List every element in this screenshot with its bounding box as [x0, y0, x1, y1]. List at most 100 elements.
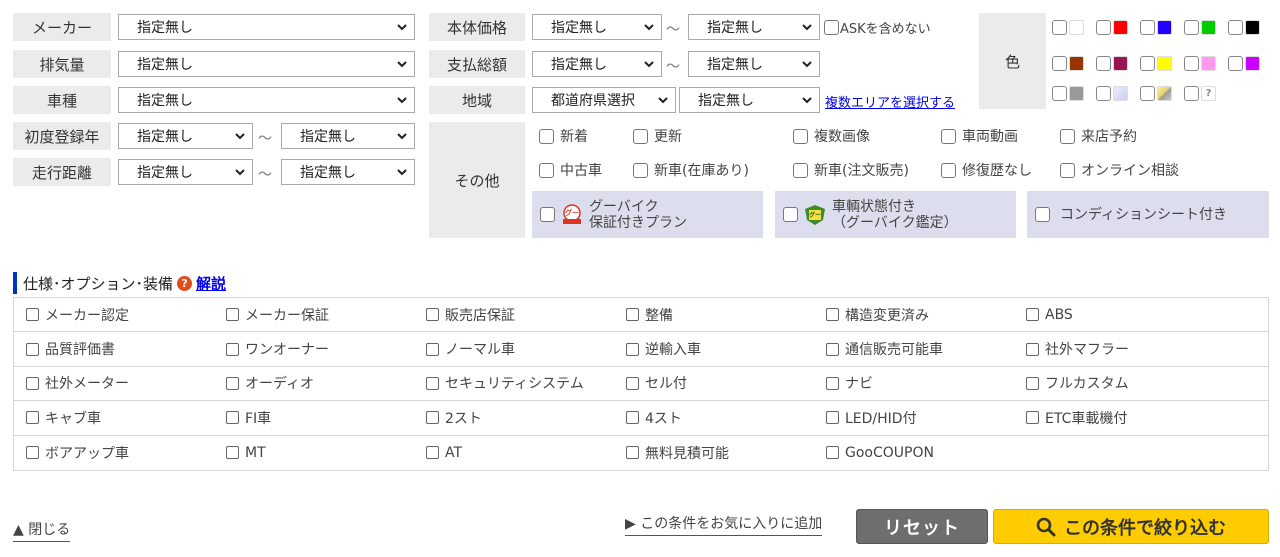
spec-option[interactable]: 社外メーター — [14, 373, 214, 393]
other-option[interactable]: 新着 — [539, 126, 588, 146]
checkbox[interactable] — [26, 411, 39, 425]
checkbox[interactable] — [1228, 20, 1243, 35]
checkbox[interactable] — [226, 376, 239, 390]
checkbox[interactable] — [26, 308, 39, 322]
spec-option[interactable]: MT — [214, 445, 414, 461]
checkbox[interactable] — [633, 162, 648, 178]
color-option-gray[interactable] — [1052, 86, 1084, 101]
other-option[interactable]: 更新 — [633, 126, 682, 146]
spec-option[interactable]: メーカー保証 — [214, 305, 414, 325]
other-option[interactable]: 車両動画 — [941, 126, 1018, 146]
color-option-gold[interactable] — [1140, 86, 1172, 101]
checkbox[interactable] — [783, 207, 798, 222]
spec-option[interactable]: フルカスタム — [1014, 373, 1214, 393]
spec-option[interactable]: メーカー認定 — [14, 305, 214, 325]
spec-option[interactable]: オーディオ — [214, 373, 414, 393]
checkbox[interactable] — [1184, 20, 1199, 35]
spec-option[interactable]: ABS — [1014, 307, 1214, 323]
checkbox[interactable] — [1060, 162, 1075, 178]
checkbox[interactable] — [1052, 20, 1067, 35]
mileage-to-select[interactable]: 指定無し — [281, 159, 415, 185]
other-option[interactable]: 新車(注文販売) — [793, 160, 909, 180]
checkbox[interactable] — [1052, 86, 1067, 101]
checkbox[interactable] — [824, 20, 839, 35]
spec-option[interactable]: 構造変更済み — [814, 305, 1014, 325]
spec-option[interactable]: LED/HID付 — [814, 408, 1014, 428]
color-option-silver[interactable] — [1096, 86, 1128, 101]
checkbox[interactable] — [1026, 376, 1039, 390]
goo-warranty-plan-option[interactable]: グー グーバイク 保証付きプラン — [532, 191, 763, 238]
condition-sheet-option[interactable]: コンディションシート付き — [1027, 191, 1269, 238]
close-link[interactable]: ▲ 閉じる — [13, 519, 71, 542]
vehicle-condition-option[interactable]: グー 車輌状態付き （グーバイク鑑定） — [775, 191, 1016, 238]
checkbox[interactable] — [1026, 308, 1039, 322]
color-option-white[interactable] — [1052, 20, 1084, 35]
checkbox[interactable] — [1184, 86, 1199, 101]
checkbox[interactable] — [626, 342, 639, 356]
checkbox[interactable] — [539, 162, 554, 178]
spec-option[interactable]: ノーマル車 — [414, 339, 614, 359]
explanation-link[interactable]: 解説 — [196, 273, 226, 294]
checkbox[interactable] — [1140, 86, 1155, 101]
maker-select[interactable]: 指定無し — [118, 14, 415, 40]
checkbox[interactable] — [1052, 56, 1067, 71]
checkbox[interactable] — [26, 342, 39, 356]
body-price-to-select[interactable]: 指定無し — [688, 14, 820, 40]
checkbox[interactable] — [626, 376, 639, 390]
checkbox[interactable] — [633, 128, 648, 144]
other-option[interactable]: 新車(在庫あり) — [633, 160, 749, 180]
spec-option[interactable]: ボアアップ車 — [14, 443, 214, 463]
spec-option[interactable]: 社外マフラー — [1014, 339, 1214, 359]
spec-option[interactable]: 4スト — [614, 408, 814, 428]
add-favorite-link[interactable]: ▶ この条件をお気に入りに追加 — [625, 513, 823, 536]
checkbox[interactable] — [1140, 56, 1155, 71]
spec-option[interactable]: 整備 — [614, 305, 814, 325]
checkbox[interactable] — [626, 446, 639, 460]
checkbox[interactable] — [1096, 56, 1111, 71]
checkbox[interactable] — [826, 376, 839, 390]
other-option[interactable]: 修復歴なし — [941, 160, 1032, 180]
spec-option[interactable]: セキュリティシステム — [414, 373, 614, 393]
help-icon[interactable]: ? — [177, 275, 193, 291]
checkbox[interactable] — [426, 308, 439, 322]
color-option-red[interactable] — [1096, 20, 1128, 35]
other-option[interactable]: 複数画像 — [793, 126, 870, 146]
spec-option[interactable]: セル付 — [614, 373, 814, 393]
other-option[interactable]: 中古車 — [539, 160, 602, 180]
checkbox[interactable] — [426, 446, 439, 460]
checkbox[interactable] — [793, 128, 808, 144]
body-price-from-select[interactable]: 指定無し — [532, 14, 662, 40]
checkbox[interactable] — [1026, 342, 1039, 356]
checkbox[interactable] — [1096, 86, 1111, 101]
checkbox[interactable] — [1228, 56, 1243, 71]
checkbox[interactable] — [793, 162, 808, 178]
color-option-pink[interactable] — [1184, 56, 1216, 71]
checkbox[interactable] — [626, 411, 639, 425]
checkbox[interactable] — [941, 162, 956, 178]
spec-option[interactable]: 無料見積可能 — [614, 443, 814, 463]
checkbox[interactable] — [426, 411, 439, 425]
spec-option[interactable]: ナビ — [814, 373, 1014, 393]
multi-area-link[interactable]: 複数エリアを選択する — [825, 92, 955, 111]
checkbox[interactable] — [226, 308, 239, 322]
spec-option[interactable]: AT — [414, 445, 614, 461]
checkbox[interactable] — [1184, 56, 1199, 71]
checkbox[interactable] — [539, 128, 554, 144]
displacement-select[interactable]: 指定無し — [118, 51, 415, 77]
first-reg-year-to-select[interactable]: 指定無し — [281, 123, 415, 149]
spec-option[interactable]: ETC車載機付 — [1014, 408, 1214, 428]
other-option[interactable]: 来店予約 — [1060, 126, 1137, 146]
reset-button[interactable]: リセット — [856, 509, 988, 544]
total-payment-to-select[interactable]: 指定無し — [688, 51, 820, 77]
spec-option[interactable]: FI車 — [214, 408, 414, 428]
checkbox[interactable] — [540, 207, 555, 222]
spec-option[interactable]: ワンオーナー — [214, 339, 414, 359]
color-option-unknown[interactable]: ? — [1184, 86, 1216, 101]
checkbox[interactable] — [426, 376, 439, 390]
color-option-green[interactable] — [1184, 20, 1216, 35]
color-option-blue[interactable] — [1140, 20, 1172, 35]
spec-option[interactable]: 通信販売可能車 — [814, 339, 1014, 359]
checkbox[interactable] — [626, 308, 639, 322]
checkbox[interactable] — [941, 128, 956, 144]
model-select[interactable]: 指定無し — [118, 87, 415, 113]
